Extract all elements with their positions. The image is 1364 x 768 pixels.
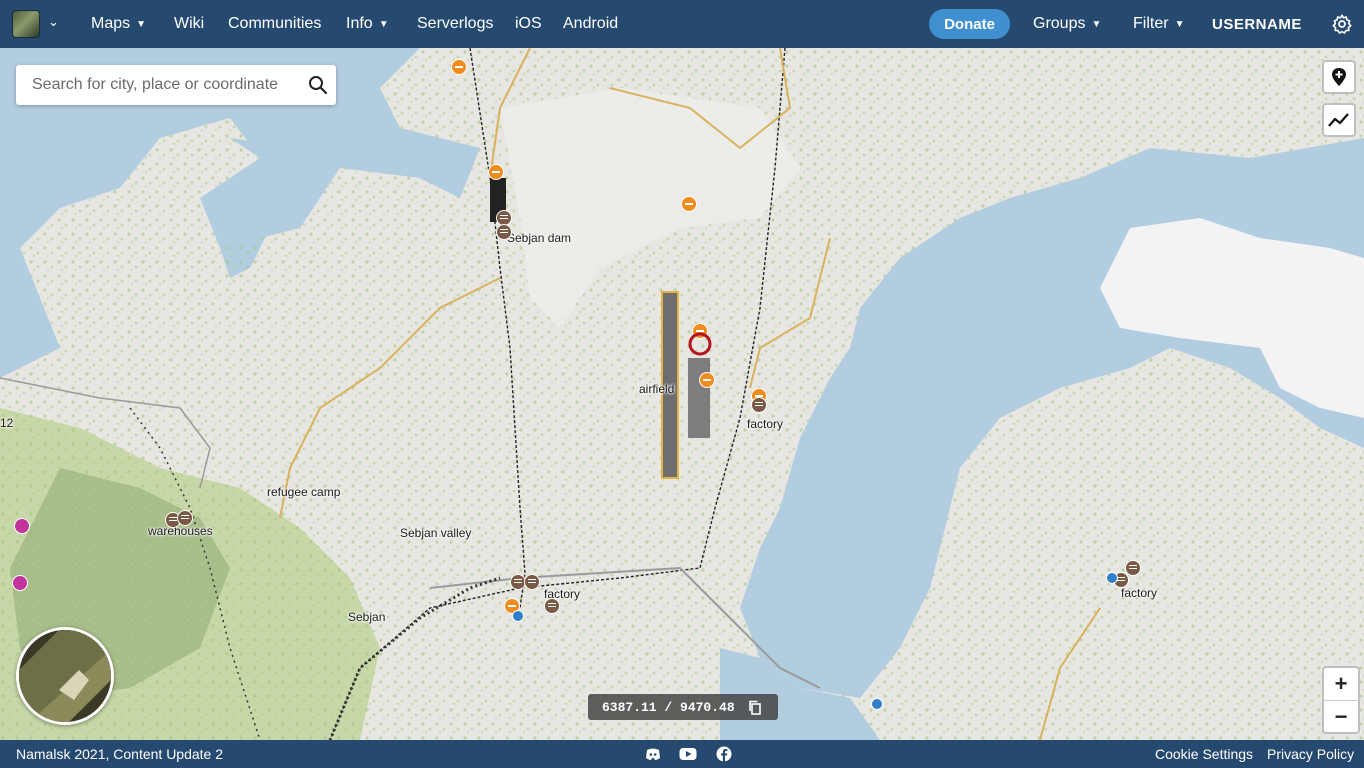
nav-groups[interactable]: Groups ▼ (1033, 0, 1101, 48)
bus-stop-marker[interactable] (512, 610, 524, 622)
search-icon[interactable] (308, 75, 328, 95)
chevron-down-icon: ▼ (378, 18, 389, 30)
coordinate-display: 6387.11 / 9470.48 (588, 694, 778, 720)
nav-filter-label: Filter (1133, 15, 1169, 32)
add-marker-button[interactable] (1322, 60, 1356, 94)
facebook-icon[interactable] (716, 746, 732, 762)
copy-icon[interactable] (748, 700, 762, 715)
train-station-marker[interactable] (14, 518, 30, 534)
map-label-sebjan[interactable]: Sebjan (348, 610, 385, 624)
bus-stop-marker[interactable] (871, 698, 883, 710)
map-label-airfield[interactable]: airfield (639, 382, 674, 396)
chevron-down-icon: ▼ (136, 18, 147, 30)
gas-station-marker[interactable] (488, 164, 504, 180)
building-marker[interactable] (544, 598, 560, 614)
zoom-out-button[interactable]: − (1324, 701, 1358, 733)
nav-info[interactable]: Info ▼ (346, 0, 389, 48)
nav-wiki-label: Wiki (174, 15, 205, 32)
position-marker-icon[interactable] (687, 331, 713, 357)
nav-ios[interactable]: iOS (515, 0, 542, 48)
nav-info-label: Info (346, 15, 373, 32)
cookie-settings-link[interactable]: Cookie Settings (1155, 746, 1253, 762)
map-terrain (0, 48, 1364, 740)
building-marker[interactable] (751, 397, 767, 413)
chevron-down-icon[interactable]: ⌄ (48, 14, 59, 30)
youtube-icon[interactable] (679, 746, 697, 762)
nav-serverlogs-label: Serverlogs (417, 15, 494, 32)
nav-communities-label: Communities (228, 15, 322, 32)
nav-android-label: Android (563, 15, 619, 32)
footer-bar: Namalsk 2021, Content Update 2 Cookie Se… (0, 740, 1364, 768)
nav-maps[interactable]: Maps ▼ (91, 0, 146, 48)
map-label-sebjan-valley[interactable]: Sebjan valley (400, 526, 471, 540)
map-label-sebjan-dam[interactable]: Sebjan dam (507, 231, 571, 245)
building-marker[interactable] (496, 224, 512, 240)
nav-android[interactable]: Android (563, 0, 618, 48)
search-input[interactable] (32, 65, 302, 105)
zoom-in-button[interactable]: + (1324, 668, 1358, 701)
bus-stop-marker[interactable] (1106, 572, 1118, 584)
zoom-control: + − (1322, 666, 1360, 734)
nav-wiki[interactable]: Wiki (174, 0, 204, 48)
map-label-factory-island[interactable]: factory (1121, 586, 1157, 600)
map-label-warehouses[interactable]: warehouses (148, 524, 213, 538)
measure-distance-button[interactable] (1322, 103, 1356, 137)
gas-station-marker[interactable] (451, 59, 467, 75)
chevron-down-icon: ▼ (1174, 18, 1185, 30)
privacy-policy-link[interactable]: Privacy Policy (1267, 746, 1354, 762)
building-marker[interactable] (524, 574, 540, 590)
building-marker[interactable] (177, 510, 193, 526)
search-box (16, 65, 336, 105)
chevron-down-icon: ▼ (1091, 18, 1102, 30)
app-logo-icon[interactable] (12, 10, 40, 38)
nav-ios-label: iOS (515, 15, 542, 32)
nav-maps-label: Maps (91, 15, 131, 32)
top-navbar: ⌄ Maps ▼ Wiki Communities Info ▼ Serverlog… (0, 0, 1364, 48)
donate-button[interactable]: Donate (929, 9, 1010, 39)
nav-filter[interactable]: Filter ▼ (1133, 0, 1184, 48)
gear-icon[interactable] (1331, 13, 1353, 35)
map-label-factory-east[interactable]: factory (747, 417, 783, 431)
discord-icon[interactable] (645, 746, 661, 762)
minimap-image (19, 630, 111, 722)
map-canvas[interactable]: Sebjan dam airfield factory refugee camp… (0, 48, 1364, 740)
building-marker[interactable] (1125, 560, 1141, 576)
gas-station-marker[interactable] (699, 372, 715, 388)
nav-groups-label: Groups (1033, 15, 1086, 32)
coordinate-value: 6387.11 / 9470.48 (602, 699, 735, 715)
train-station-marker[interactable] (12, 575, 28, 591)
nav-communities[interactable]: Communities (228, 0, 321, 48)
username-link[interactable]: USERNAME (1212, 0, 1302, 48)
gas-station-marker[interactable] (681, 196, 697, 212)
map-grid-label: 12 (0, 416, 14, 430)
map-label-refugee-camp[interactable]: refugee camp (267, 485, 340, 499)
nav-serverlogs[interactable]: Serverlogs (417, 0, 493, 48)
version-text: Namalsk 2021, Content Update 2 (16, 746, 224, 762)
minimap[interactable] (16, 627, 114, 725)
map-pin-icon (1332, 68, 1346, 86)
line-chart-icon (1328, 113, 1349, 127)
